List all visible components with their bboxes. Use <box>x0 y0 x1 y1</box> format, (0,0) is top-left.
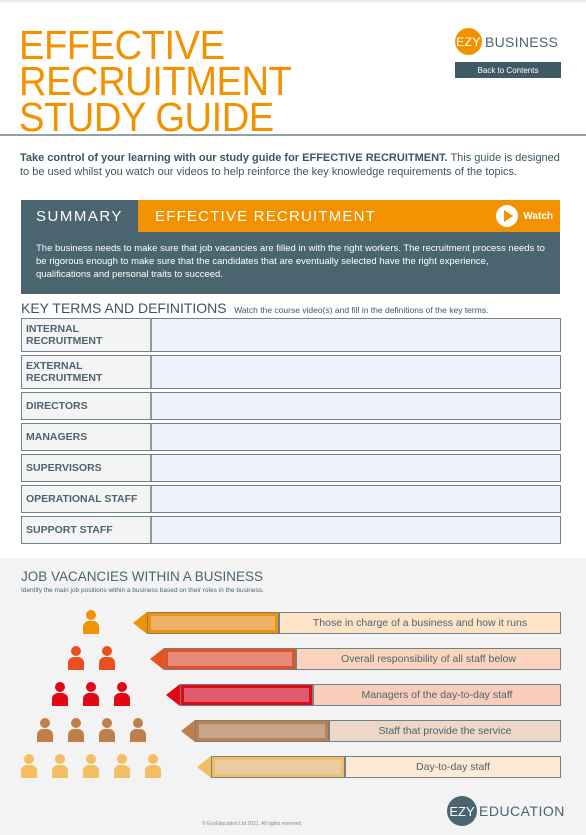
person-icon <box>83 610 99 634</box>
answer-input[interactable] <box>211 756 345 778</box>
answer-input[interactable] <box>195 720 329 742</box>
role-arrow-row: Those in charge of a business and how it… <box>133 612 561 634</box>
person-icon <box>83 682 99 706</box>
definition-input[interactable] <box>152 517 560 543</box>
watch-label: Watch <box>523 210 553 222</box>
brand-name: BUSINESS <box>485 33 559 50</box>
watch-button[interactable]: Watch <box>496 205 553 227</box>
top-shadow <box>0 0 586 4</box>
arrow-tip <box>150 648 164 670</box>
back-to-contents-button[interactable]: Back to Contents <box>455 62 561 78</box>
answer-input[interactable] <box>180 684 313 706</box>
role-arrow-row: Managers of the day-to-day staff <box>166 684 561 706</box>
key-terms-table: INTERNAL RECRUITMENT EXTERNAL RECRUITMEN… <box>21 318 561 547</box>
answer-input[interactable] <box>147 612 279 634</box>
intro-bold: Take control of your learning with our s… <box>20 152 448 164</box>
key-term-row: SUPERVISORS <box>21 454 561 482</box>
person-icon <box>21 754 37 778</box>
key-terms-title: KEY TERMS AND DEFINITIONS <box>21 300 227 316</box>
summary-heading-text: EFFECTIVE RECRUITMENT <box>155 207 377 225</box>
key-terms-instruction: Watch the course video(s) and fill in th… <box>234 305 489 315</box>
definition-input[interactable] <box>152 393 560 419</box>
role-arrow-row: Overall responsibility of all staff belo… <box>150 648 561 670</box>
key-term-label: SUPPORT STAFF <box>22 517 152 543</box>
definition-input[interactable] <box>152 455 560 481</box>
ezy-business-logo: EZY BUSINESS <box>455 28 558 55</box>
job-vacancies-section: JOB VACANCIES WITHIN A BUSINESS Identify… <box>0 558 586 835</box>
job-vacancies-subtitle: Identify the main job positions within a… <box>21 587 264 594</box>
person-icon <box>98 718 115 742</box>
key-term-row: SUPPORT STAFF <box>21 516 561 544</box>
arrow-tip <box>166 684 180 706</box>
definition-input[interactable] <box>152 319 560 351</box>
summary-panel: SUMMARY EFFECTIVE RECRUITMENT Watch The … <box>21 200 560 294</box>
key-term-label: DIRECTORS <box>22 393 152 419</box>
role-description: Day-to-day staff <box>345 756 561 778</box>
person-icon <box>67 718 84 742</box>
person-icon <box>98 646 115 670</box>
arrow-tip <box>197 756 211 778</box>
role-arrow-row: Day-to-day staff <box>197 756 561 778</box>
summary-tab: SUMMARY <box>21 200 138 232</box>
person-icon <box>52 682 68 706</box>
key-term-row: EXTERNAL RECRUITMENT <box>21 355 561 389</box>
play-icon <box>496 205 519 227</box>
person-icon <box>114 754 130 778</box>
definition-input[interactable] <box>152 486 560 512</box>
definition-input[interactable] <box>152 356 560 388</box>
person-icon <box>67 646 84 670</box>
role-description: Overall responsibility of all staff belo… <box>296 648 561 670</box>
key-term-label: OPERATIONAL STAFF <box>22 486 152 512</box>
person-icon <box>36 718 53 742</box>
role-description: Staff that provide the service <box>329 720 561 742</box>
summary-body: The business needs to make sure that job… <box>36 243 545 280</box>
copyright: © EzyEducation Ltd 2021. All rights rese… <box>202 821 303 827</box>
person-icon <box>114 682 130 706</box>
person-icon <box>145 754 161 778</box>
person-icon <box>129 718 146 742</box>
key-term-label: EXTERNAL RECRUITMENT <box>22 356 132 388</box>
arrow-tip <box>181 720 195 742</box>
footer-brand-name: EDUCATION <box>479 803 565 819</box>
role-description: Managers of the day-to-day staff <box>313 684 561 706</box>
key-term-row: INTERNAL RECRUITMENT <box>21 318 561 352</box>
definition-input[interactable] <box>152 424 560 450</box>
intro-text: Take control of your learning with our s… <box>20 151 560 179</box>
role-arrow-row: Staff that provide the service <box>181 720 561 742</box>
key-term-row: DIRECTORS <box>21 392 561 420</box>
header-divider <box>0 134 586 136</box>
brand-badge: EZY <box>455 28 482 55</box>
page-title: EFFECTIVE RECRUITMENT STUDY GUIDE <box>19 25 312 140</box>
key-term-row: OPERATIONAL STAFF <box>21 485 561 513</box>
key-term-label: INTERNAL RECRUITMENT <box>22 319 132 351</box>
arrow-tip <box>133 612 147 634</box>
key-term-row: MANAGERS <box>21 423 561 451</box>
key-term-label: SUPERVISORS <box>22 455 152 481</box>
job-vacancies-title: JOB VACANCIES WITHIN A BUSINESS <box>21 569 264 584</box>
title-line-3: STUDY GUIDE <box>19 94 274 140</box>
role-description: Those in charge of a business and how it… <box>279 612 561 634</box>
person-icon <box>83 754 99 778</box>
person-icon <box>52 754 68 778</box>
key-terms-header: KEY TERMS AND DEFINITIONS Watch the cour… <box>21 300 488 318</box>
answer-input[interactable] <box>164 648 296 670</box>
key-term-label: MANAGERS <box>22 424 152 450</box>
